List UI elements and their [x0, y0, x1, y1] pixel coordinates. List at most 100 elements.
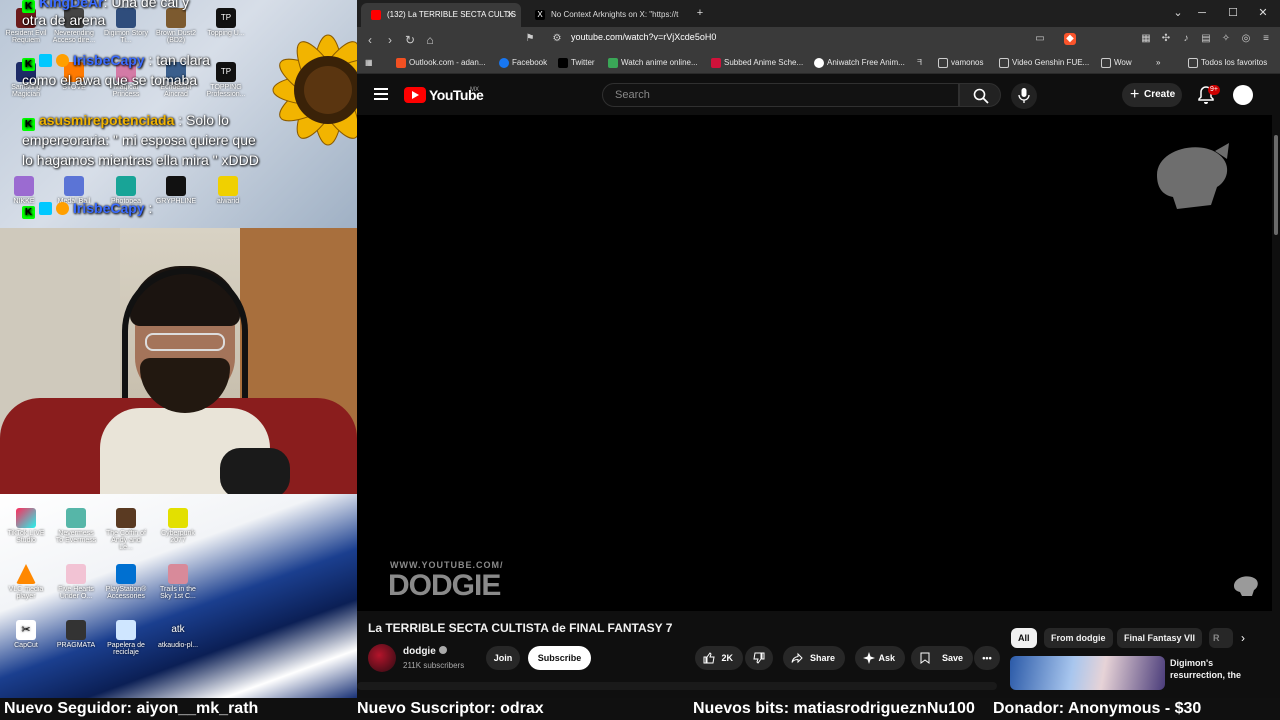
menu-icon[interactable]: ≡	[1260, 33, 1272, 45]
save-button[interactable]: Save	[911, 646, 973, 670]
leo-ai-icon[interactable]: ✧	[1220, 33, 1232, 45]
video-title: La TERRIBLE SECTA CULTISTA de FINAL FANT…	[368, 621, 673, 635]
chat-line: como el awa que se tomaba	[22, 70, 197, 90]
wallet-icon[interactable]: ▤	[1200, 33, 1212, 45]
page-scrollbar[interactable]	[1272, 115, 1280, 690]
close-window-icon[interactable]: ✕	[1248, 0, 1278, 27]
join-button[interactable]: Join	[486, 646, 520, 670]
apps-grid-icon[interactable]: ▦	[365, 52, 373, 74]
channel-avatar[interactable]	[368, 644, 396, 672]
like-button[interactable]: 2K	[695, 646, 743, 670]
desktop-icon[interactable]: Nevermess To Evermess	[54, 508, 98, 544]
desktop-icon-label: TikTok LIVE Studio	[7, 530, 45, 544]
ask-label: Ask	[878, 653, 895, 663]
chat-line: K IrisbeCapy :	[22, 198, 152, 219]
desktop-icon[interactable]: atk atkaudio-pl...	[156, 620, 200, 649]
new-tab-button[interactable]: +	[685, 0, 715, 27]
save-playlist-icon	[920, 652, 930, 664]
bookmark-outlook[interactable]: Outlook.com - adan...	[396, 52, 485, 74]
desktop-icon[interactable]: The Coffin of Andy and Le...	[104, 508, 148, 551]
minimize-icon[interactable]: ─	[1187, 0, 1217, 27]
account-avatar[interactable]	[1233, 85, 1253, 105]
desktop-icon[interactable]: Cyberpunk 2077	[156, 508, 200, 544]
recommended-thumbnail[interactable]	[1010, 656, 1165, 690]
bookmark-folder-vamonos[interactable]: vamonos	[938, 52, 983, 74]
brave-shield-icon[interactable]: ◆	[1064, 33, 1076, 45]
chip-next-partial[interactable]: R	[1209, 628, 1233, 648]
share-button[interactable]: Share	[783, 646, 845, 670]
bookmark-folder-wow[interactable]: Wow	[1101, 52, 1132, 74]
chip-all[interactable]: All	[1011, 628, 1037, 648]
bookmark-subbed-anime[interactable]: Subbed Anime Sche...	[711, 52, 803, 74]
forward-icon[interactable]: ›	[381, 31, 399, 49]
desktop-icon[interactable]: TikTok LIVE Studio	[4, 508, 48, 544]
hamburger-menu-icon[interactable]	[374, 88, 388, 100]
webcam-feed	[0, 228, 357, 494]
channel-watermark-icon[interactable]	[1230, 572, 1260, 598]
maximize-icon[interactable]: ☐	[1218, 0, 1248, 27]
vpn-icon[interactable]: ◎	[1240, 33, 1252, 45]
desktop-icon[interactable]: VLC media player	[4, 564, 48, 600]
close-tab-icon[interactable]: ✕	[506, 3, 515, 27]
channel-name[interactable]: dodgie	[403, 646, 447, 657]
ask-button[interactable]: Ask	[855, 646, 905, 670]
tab-youtube[interactable]: (132) La TERRIBLE SECTA CULTIS ✕	[361, 3, 521, 27]
bookmark-facebook[interactable]: Facebook	[499, 52, 547, 74]
desktop-icon[interactable]: Papelera de reciclaje	[104, 620, 148, 656]
dislike-button[interactable]	[745, 646, 773, 670]
desktop-icon[interactable]: ✂ CapCut	[4, 620, 48, 649]
music-icon[interactable]: ♪	[1180, 33, 1192, 45]
verified-check-icon	[438, 646, 447, 654]
desktop-icon-label: Trails in the Sky 1st C...	[160, 586, 196, 600]
scrollbar-thumb[interactable]	[1274, 135, 1278, 235]
anime-site-icon	[608, 58, 618, 68]
bookmark-misc-icon[interactable]: ᖷ	[917, 52, 922, 74]
home-icon[interactable]: ⌂	[421, 31, 439, 49]
bookmark-folder-all[interactable]: Todos los favoritos	[1188, 52, 1267, 74]
create-button[interactable]: Create	[1122, 83, 1182, 107]
chip-from-dodgie[interactable]: From dodgie	[1044, 628, 1113, 648]
extension-icon[interactable]: ▦	[1140, 33, 1152, 45]
bookmark-folder-video-genshin[interactable]: Video Genshin FUE...	[999, 52, 1089, 74]
chat-text: : Una de cal y	[103, 0, 190, 10]
voice-search-button[interactable]	[1011, 83, 1037, 109]
search-placeholder: Search	[615, 89, 650, 101]
desktop-icon-label: CapCut	[14, 642, 38, 649]
subscribe-button[interactable]: Subscribe	[528, 646, 591, 670]
more-actions-icon[interactable]: •••	[974, 646, 1000, 670]
recommended-title[interactable]: Digimon's resurrection, the	[1170, 657, 1270, 681]
video-player[interactable]: WWW.YOUTUBE.COM/ DODGIE	[357, 115, 1272, 611]
reload-icon[interactable]: ↻	[401, 31, 419, 49]
stream-overlay: Resident Evil Requiem Neverending Acceso…	[0, 0, 357, 700]
bookmark-twitter[interactable]: Twitter	[558, 52, 595, 74]
chat-username: KingDeAr	[39, 0, 104, 10]
bookmark-icon[interactable]: ⚑	[524, 33, 536, 45]
folder-icon	[1188, 58, 1198, 68]
back-icon[interactable]: ‹	[361, 31, 379, 49]
playstation-icon	[116, 564, 136, 584]
skull-silhouette-icon	[1157, 143, 1229, 209]
url-field[interactable]: youtube.com/watch?v=rVjXcde5oH0	[571, 32, 716, 42]
chips-next-arrow-icon[interactable]: ›	[1241, 631, 1245, 645]
bookmark-label: Video Genshin FUE...	[1012, 58, 1090, 67]
search-input[interactable]: Search	[602, 83, 959, 107]
site-info-icon[interactable]: ⚙	[551, 33, 563, 45]
chat-text: lo hagamos mientras ella mira " xDDD	[22, 152, 259, 168]
browser-window: (132) La TERRIBLE SECTA CULTIS ✕ X No Co…	[357, 0, 1280, 700]
desktop-icon[interactable]: PRAGMATA	[54, 620, 98, 649]
search-button[interactable]	[959, 83, 1001, 107]
chip-final-fantasy-vii[interactable]: Final Fantasy VII	[1117, 628, 1203, 648]
desktop-icon[interactable]: Trails in the Sky 1st C...	[156, 564, 200, 600]
desktop-icon[interactable]: PlayStation® Accessories	[104, 564, 148, 600]
youtube-play-icon	[404, 87, 426, 103]
notification-count-badge: 9+	[1208, 85, 1220, 95]
desktop-icon-label: Cyberpunk 2077	[161, 530, 195, 544]
puzzle-icon[interactable]: ✣	[1160, 33, 1172, 45]
cast-icon[interactable]: ▭	[1034, 33, 1046, 45]
desktop-icon[interactable]: Five Hearts Under O...	[54, 564, 98, 600]
more-bookmarks-icon[interactable]: »	[1156, 52, 1160, 74]
tab-x-arknights[interactable]: X No Context Arknights on X: "https://t	[525, 3, 687, 27]
new-subscriber-text: Nuevo Suscriptor: odrax	[357, 700, 544, 717]
bookmark-watch-anime[interactable]: Watch anime online...	[608, 52, 698, 74]
bookmark-aniwatch[interactable]: Aniwatch Free Anim...	[814, 52, 905, 74]
